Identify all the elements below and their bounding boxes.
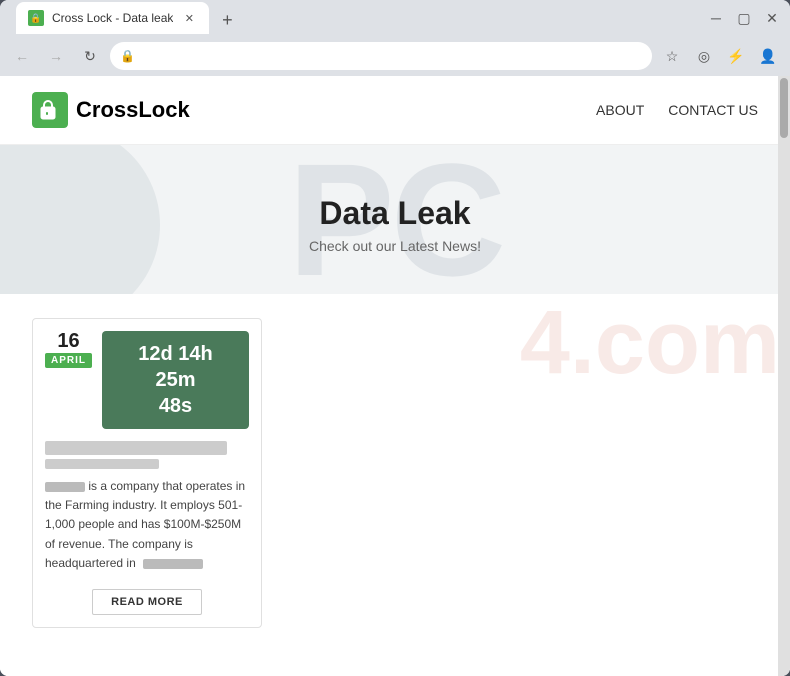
site-header: CrossLock ABOUT CONTACT US (0, 76, 790, 145)
shield-icon[interactable]: ◎ (690, 42, 718, 70)
hero-title: Data Leak (32, 195, 758, 232)
tab-close-button[interactable]: ✕ (181, 10, 197, 26)
bookmark-icon[interactable]: ☆ (658, 42, 686, 70)
title-bar: 🔒 Cross Lock - Data leak ✕ + ─ ▢ ✕ (0, 0, 790, 36)
back-button[interactable]: ← (8, 42, 36, 70)
card-date-row: 16 APRIL 12d 14h 25m48s (33, 319, 261, 429)
scrollbar-thumb[interactable] (780, 78, 788, 138)
nav-about[interactable]: ABOUT (596, 102, 644, 118)
hero-section: PC Data Leak Check out our Latest News! (0, 145, 790, 294)
date-badge: 16 APRIL (45, 331, 92, 368)
card-company-name-sm-redacted (45, 459, 159, 469)
nav-icons: ☆ ◎ ⚡ 👤 (658, 42, 782, 70)
nav-contact[interactable]: CONTACT US (668, 102, 758, 118)
redacted-company-name (45, 482, 85, 492)
card-company-name-redacted (45, 441, 227, 455)
page-content: CrossLock ABOUT CONTACT US PC Data Leak … (0, 76, 790, 676)
site-logo: CrossLock (32, 92, 190, 128)
extensions-icon[interactable]: ⚡ (722, 42, 750, 70)
nav-bar: ← → ↻ 🔒 ☆ ◎ ⚡ 👤 (0, 36, 790, 76)
card-description: is a company that operates in the Farmin… (33, 477, 261, 573)
leak-card: 16 APRIL 12d 14h 25m48s is a company tha… (32, 318, 262, 628)
date-month: APRIL (45, 353, 92, 368)
maximize-button[interactable]: ▢ (734, 10, 754, 27)
date-day: 16 (57, 331, 79, 351)
profile-icon[interactable]: 👤 (754, 42, 782, 70)
reload-button[interactable]: ↻ (76, 42, 104, 70)
browser-frame: 🔒 Cross Lock - Data leak ✕ + ─ ▢ ✕ ← → ↻… (0, 0, 790, 676)
forward-button[interactable]: → (42, 42, 70, 70)
site-nav: ABOUT CONTACT US (596, 102, 758, 118)
page-inner: CrossLock ABOUT CONTACT US PC Data Leak … (0, 76, 790, 676)
tab-bar: 🔒 Cross Lock - Data leak ✕ + (8, 2, 249, 34)
close-button[interactable]: ✕ (762, 10, 782, 27)
minimize-button[interactable]: ─ (706, 10, 726, 26)
read-more-button[interactable]: READ MORE (92, 589, 202, 615)
card-footer: READ MORE (33, 573, 261, 627)
hero-subtitle: Check out our Latest News! (32, 238, 758, 254)
new-tab-button[interactable]: + (213, 6, 241, 34)
window-controls: ─ ▢ ✕ (706, 10, 782, 27)
countdown-timer: 12d 14h 25m48s (102, 331, 249, 429)
tab-favicon: 🔒 (28, 10, 44, 26)
address-bar[interactable]: 🔒 (110, 42, 652, 70)
logo-icon (32, 92, 68, 128)
tab-title: Cross Lock - Data leak (52, 11, 173, 25)
redacted-location (143, 559, 203, 569)
content-watermark: 4.com (520, 294, 780, 393)
card-description-text: is a company that operates in the Farmin… (45, 479, 245, 570)
content-area: 4.com 16 APRIL 12d 14h 25m48s is a compa… (0, 294, 790, 652)
active-tab[interactable]: 🔒 Cross Lock - Data leak ✕ (16, 2, 209, 34)
scrollbar-track[interactable] (778, 76, 790, 676)
logo-text: CrossLock (76, 97, 190, 123)
